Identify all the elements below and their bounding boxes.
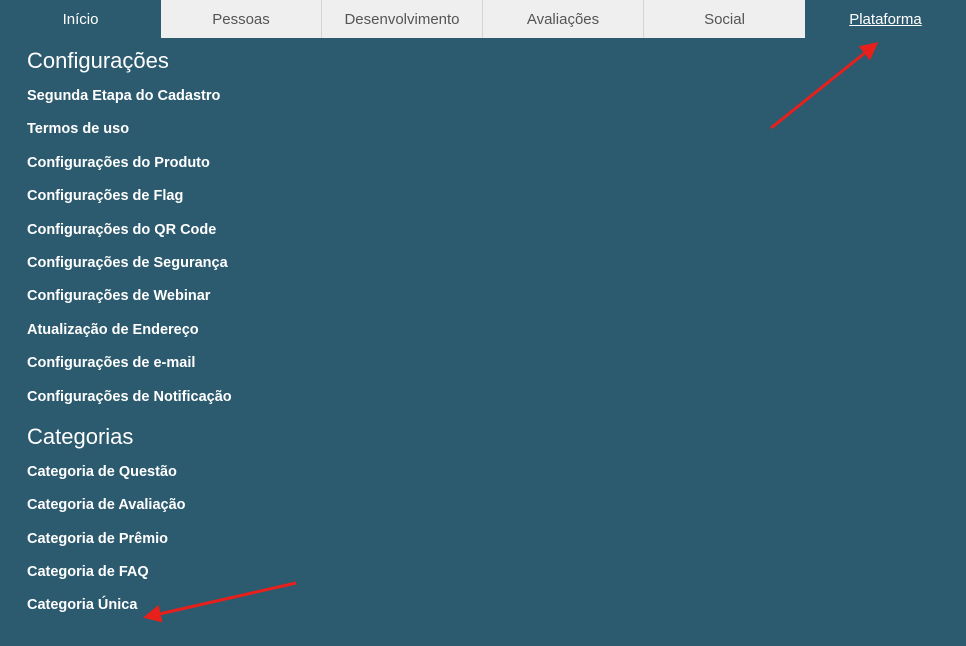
link-configuracoes-de-seguranca[interactable]: Configurações de Segurança xyxy=(27,247,627,280)
categorias-list: Categoria de Questão Categoria de Avalia… xyxy=(27,456,627,623)
link-categoria-de-faq[interactable]: Categoria de FAQ xyxy=(27,556,627,589)
configuracoes-list: Segunda Etapa do Cadastro Termos de uso … xyxy=(27,80,627,414)
top-navigation: Início Pessoas Desenvolvimento Avaliaçõe… xyxy=(0,0,966,38)
link-categoria-de-premio[interactable]: Categoria de Prêmio xyxy=(27,523,627,556)
arrow-to-plataforma-icon xyxy=(770,42,879,130)
link-termos-de-uso[interactable]: Termos de uso xyxy=(27,113,627,146)
link-configuracoes-de-email[interactable]: Configurações de e-mail xyxy=(27,347,627,380)
link-configuracoes-de-notificacao[interactable]: Configurações de Notificação xyxy=(27,381,627,414)
tab-pessoas[interactable]: Pessoas xyxy=(161,0,322,38)
link-configuracoes-de-webinar[interactable]: Configurações de Webinar xyxy=(27,280,627,313)
link-categoria-de-questao[interactable]: Categoria de Questão xyxy=(27,456,627,489)
link-categoria-de-avaliacao[interactable]: Categoria de Avaliação xyxy=(27,489,627,522)
link-categoria-unica[interactable]: Categoria Única xyxy=(27,589,627,622)
tab-plataforma[interactable]: Plataforma xyxy=(805,0,966,38)
link-configuracoes-de-flag[interactable]: Configurações de Flag xyxy=(27,180,627,213)
link-configuracoes-do-produto[interactable]: Configurações do Produto xyxy=(27,147,627,180)
section-title-configuracoes: Configurações xyxy=(27,48,169,73)
tab-avaliacoes[interactable]: Avaliações xyxy=(483,0,644,38)
tab-inicio[interactable]: Início xyxy=(0,0,161,38)
tab-desenvolvimento[interactable]: Desenvolvimento xyxy=(322,0,483,38)
tab-social[interactable]: Social xyxy=(644,0,805,38)
link-atualizacao-de-endereco[interactable]: Atualização de Endereço xyxy=(27,314,627,347)
link-segunda-etapa-do-cadastro[interactable]: Segunda Etapa do Cadastro xyxy=(27,80,627,113)
link-configuracoes-do-qr-code[interactable]: Configurações do QR Code xyxy=(27,214,627,247)
main-content: Configurações Segunda Etapa do Cadastro … xyxy=(27,38,627,623)
section-title-categorias: Categorias xyxy=(27,423,134,449)
